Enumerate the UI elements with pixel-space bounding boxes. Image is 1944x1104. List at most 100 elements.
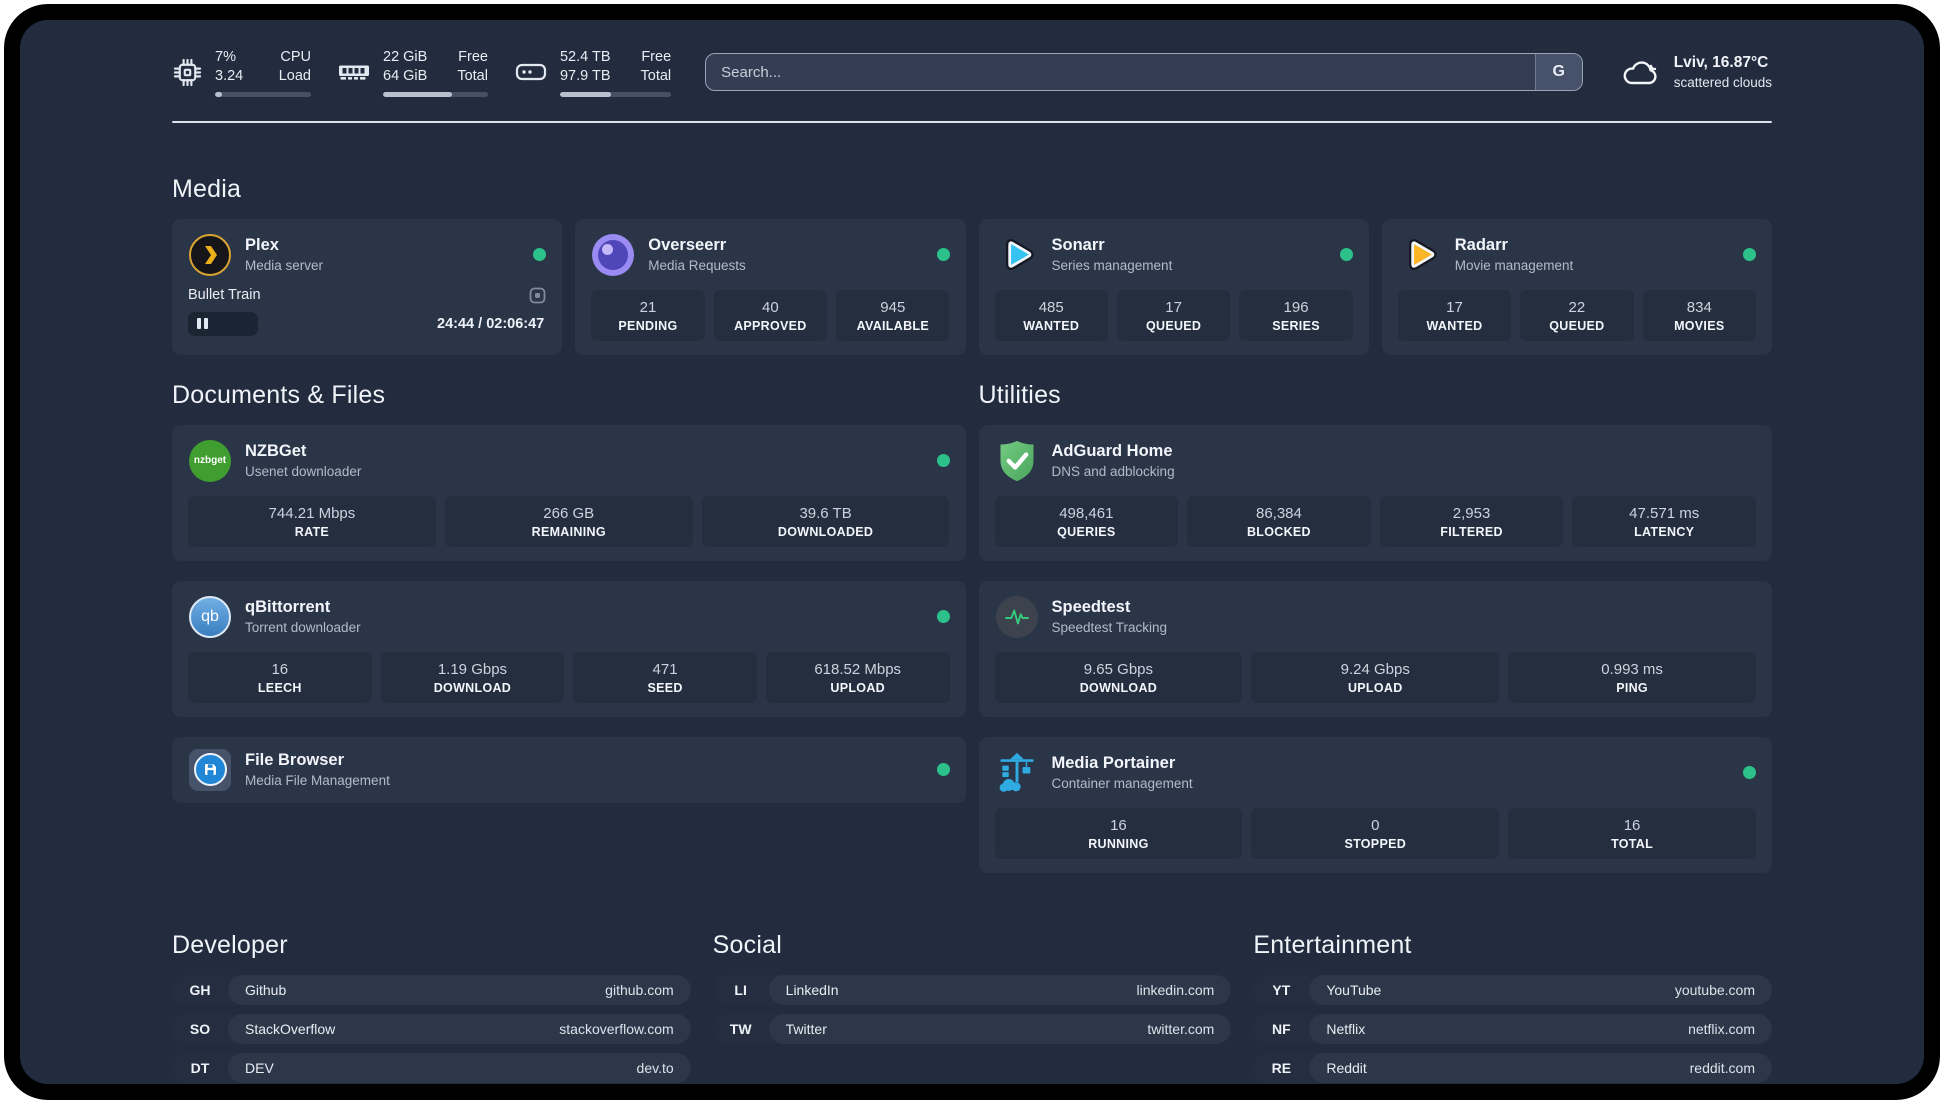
cloud-icon <box>1623 61 1657 85</box>
storage-progress-fill <box>559 91 612 97</box>
weather-condition: scattered clouds <box>1673 74 1772 90</box>
system-stat-cpu: 7% 3.24 CPU Load <box>172 48 311 97</box>
stat-tile: 485 WANTED <box>994 289 1108 341</box>
search-bar: G <box>705 53 1583 92</box>
weather-widget: Lviv, 16.87°C scattered clouds <box>1621 53 1772 92</box>
app-card-radarr[interactable]: Radarr Movie management 17 WANTED 22 QUE… <box>1381 218 1772 355</box>
section-media: Media Plex Media server Bullet Train 24:… <box>172 175 1772 355</box>
session-device-icon[interactable] <box>529 287 546 304</box>
app-card-speedtest[interactable]: Speedtest Speedtest Tracking 9.65 Gbps D… <box>978 580 1772 717</box>
section-title-social: Social <box>712 930 782 959</box>
app-description: DNS and adblocking <box>1051 464 1175 480</box>
bookmark-tag: SO <box>189 1020 211 1037</box>
bookmark-twitter[interactable]: TW Twitter twitter.com <box>712 1013 1232 1044</box>
bookmark-tag: NF <box>1271 1020 1291 1037</box>
status-online-dot <box>936 248 950 262</box>
bookmark-name: StackOverflow <box>245 1020 336 1037</box>
bookmark-name: LinkedIn <box>785 981 839 998</box>
nzbget-icon: nzbget <box>189 439 231 482</box>
status-online-dot <box>936 454 950 468</box>
storage-total-value: 97.9 TB <box>559 67 611 84</box>
stat-tile: 834 MOVIES <box>1642 289 1756 341</box>
app-name: qBittorrent <box>245 598 331 617</box>
bookmark-stackoverflow[interactable]: SO StackOverflow stackoverflow.com <box>172 1013 691 1044</box>
file-browser-icon <box>189 748 231 791</box>
bookmark-netflix[interactable]: NF Netflix netflix.com <box>1253 1013 1772 1044</box>
stat-tile: 0 STOPPED <box>1251 807 1500 859</box>
cpu-usage-value: 7% <box>215 49 236 65</box>
app-card-plex[interactable]: Plex Media server Bullet Train 24:44 / 0… <box>172 218 563 355</box>
app-card-sonarr[interactable]: Sonarr Series management 485 WANTED 17 Q… <box>978 218 1369 355</box>
search-engine-button[interactable]: G <box>1534 54 1582 91</box>
app-card-nzbget[interactable]: nzbget NZBGet Usenet downloader 744.21 M… <box>172 424 966 561</box>
bookmark-dev[interactable]: DT DEV dev.to <box>172 1052 691 1083</box>
app-name: File Browser <box>245 751 345 770</box>
bookmark-tag: YT <box>1272 981 1291 998</box>
app-description: Media server <box>245 258 324 274</box>
app-card-qbittorrent[interactable]: qb qBittorrent Torrent downloader 16 LEE… <box>172 580 966 717</box>
section-social: Social LI LinkedIn linkedin.com TW Twitt… <box>712 930 1232 1083</box>
app-name: NZBGet <box>245 442 307 461</box>
status-online-dot <box>1743 766 1756 780</box>
stat-tile: 47.571 ms LATENCY <box>1572 495 1756 547</box>
app-description: Media Requests <box>648 258 746 274</box>
dashboard: 7% 3.24 CPU Load 22 GiB 64 GiB Free Tota… <box>20 20 1924 1084</box>
section-utilities: Utilities AdGuard Home DNS and adblockin… <box>978 380 1772 873</box>
bookmark-tag: DT <box>190 1059 210 1076</box>
playback-time: 24:44 / 02:06:47 <box>437 315 545 332</box>
bookmark-youtube[interactable]: YT YouTube youtube.com <box>1253 974 1772 1005</box>
stat-tile: 618.52 Mbps UPLOAD <box>765 651 950 703</box>
radarr-icon <box>1408 238 1437 270</box>
bookmark-reddit[interactable]: RE Reddit reddit.com <box>1253 1052 1772 1083</box>
stat-tile: 17 WANTED <box>1397 289 1512 341</box>
bookmark-url: github.com <box>605 981 674 998</box>
bookmark-url: youtube.com <box>1674 981 1755 998</box>
section-title-developer: Developer <box>172 930 288 959</box>
stat-tile: 0.993 ms PING <box>1508 651 1756 703</box>
bookmark-url: netflix.com <box>1688 1020 1755 1037</box>
app-name: Radarr <box>1454 236 1508 255</box>
system-stats: 7% 3.24 CPU Load 22 GiB 64 GiB Free Tota… <box>172 48 672 97</box>
bookmark-url: stackoverflow.com <box>559 1020 674 1037</box>
bookmark-url: twitter.com <box>1147 1020 1215 1037</box>
bookmark-name: YouTube <box>1326 981 1382 998</box>
bookmark-github[interactable]: GH Github github.com <box>172 974 691 1005</box>
storage-free-value: 52.4 TB <box>559 49 611 65</box>
storage-icon <box>515 64 547 81</box>
status-online-dot <box>936 610 950 624</box>
section-documents-files: Documents & Files nzbget NZBGet Usenet d… <box>172 381 966 873</box>
bookmark-tag: GH <box>189 981 211 998</box>
header-divider <box>172 120 1772 123</box>
memory-total-label: Total <box>457 67 488 84</box>
stat-tile: 1.19 Gbps DOWNLOAD <box>380 651 565 703</box>
app-description: Series management <box>1051 258 1173 274</box>
search-input[interactable] <box>705 53 1583 92</box>
section-title-entertainment: Entertainment <box>1253 930 1412 959</box>
app-card-overseerr[interactable]: Overseerr Media Requests 21 PENDING 40 A… <box>575 218 966 355</box>
app-name: Sonarr <box>1051 236 1105 255</box>
app-card-file-browser[interactable]: File Browser Media File Management <box>172 736 966 803</box>
stat-tile: 196 SERIES <box>1239 289 1353 341</box>
adguard-icon <box>1000 440 1033 481</box>
playback-progress-bar[interactable]: 24:44 / 02:06:47 <box>188 311 546 336</box>
app-card-adguard-home[interactable]: AdGuard Home DNS and adblocking 498,461 … <box>978 424 1772 561</box>
stat-tile: 498,461 QUERIES <box>994 495 1179 547</box>
app-card-media-portainer[interactable]: Media Portainer Container management 16 … <box>978 736 1772 873</box>
cpu-progress-track <box>215 91 311 97</box>
status-online-dot <box>1339 248 1353 262</box>
app-description: Usenet downloader <box>245 464 362 480</box>
bookmark-url: dev.to <box>636 1059 674 1076</box>
speedtest-icon <box>995 595 1038 638</box>
app-name: Speedtest <box>1051 598 1131 617</box>
bookmark-url: linkedin.com <box>1136 981 1215 998</box>
section-title-utilities: Utilities <box>978 380 1061 409</box>
qbittorrent-icon: qb <box>189 595 231 638</box>
memory-icon <box>339 65 369 80</box>
cpu-load-value: 3.24 <box>215 67 244 84</box>
memory-total-value: 64 GiB <box>383 67 428 84</box>
app-description: Torrent downloader <box>245 620 361 636</box>
app-description: Movie management <box>1454 258 1574 274</box>
app-description: Media File Management <box>245 773 390 789</box>
cpu-usage-label: CPU <box>280 49 311 65</box>
bookmark-linkedin[interactable]: LI LinkedIn linkedin.com <box>712 974 1232 1005</box>
